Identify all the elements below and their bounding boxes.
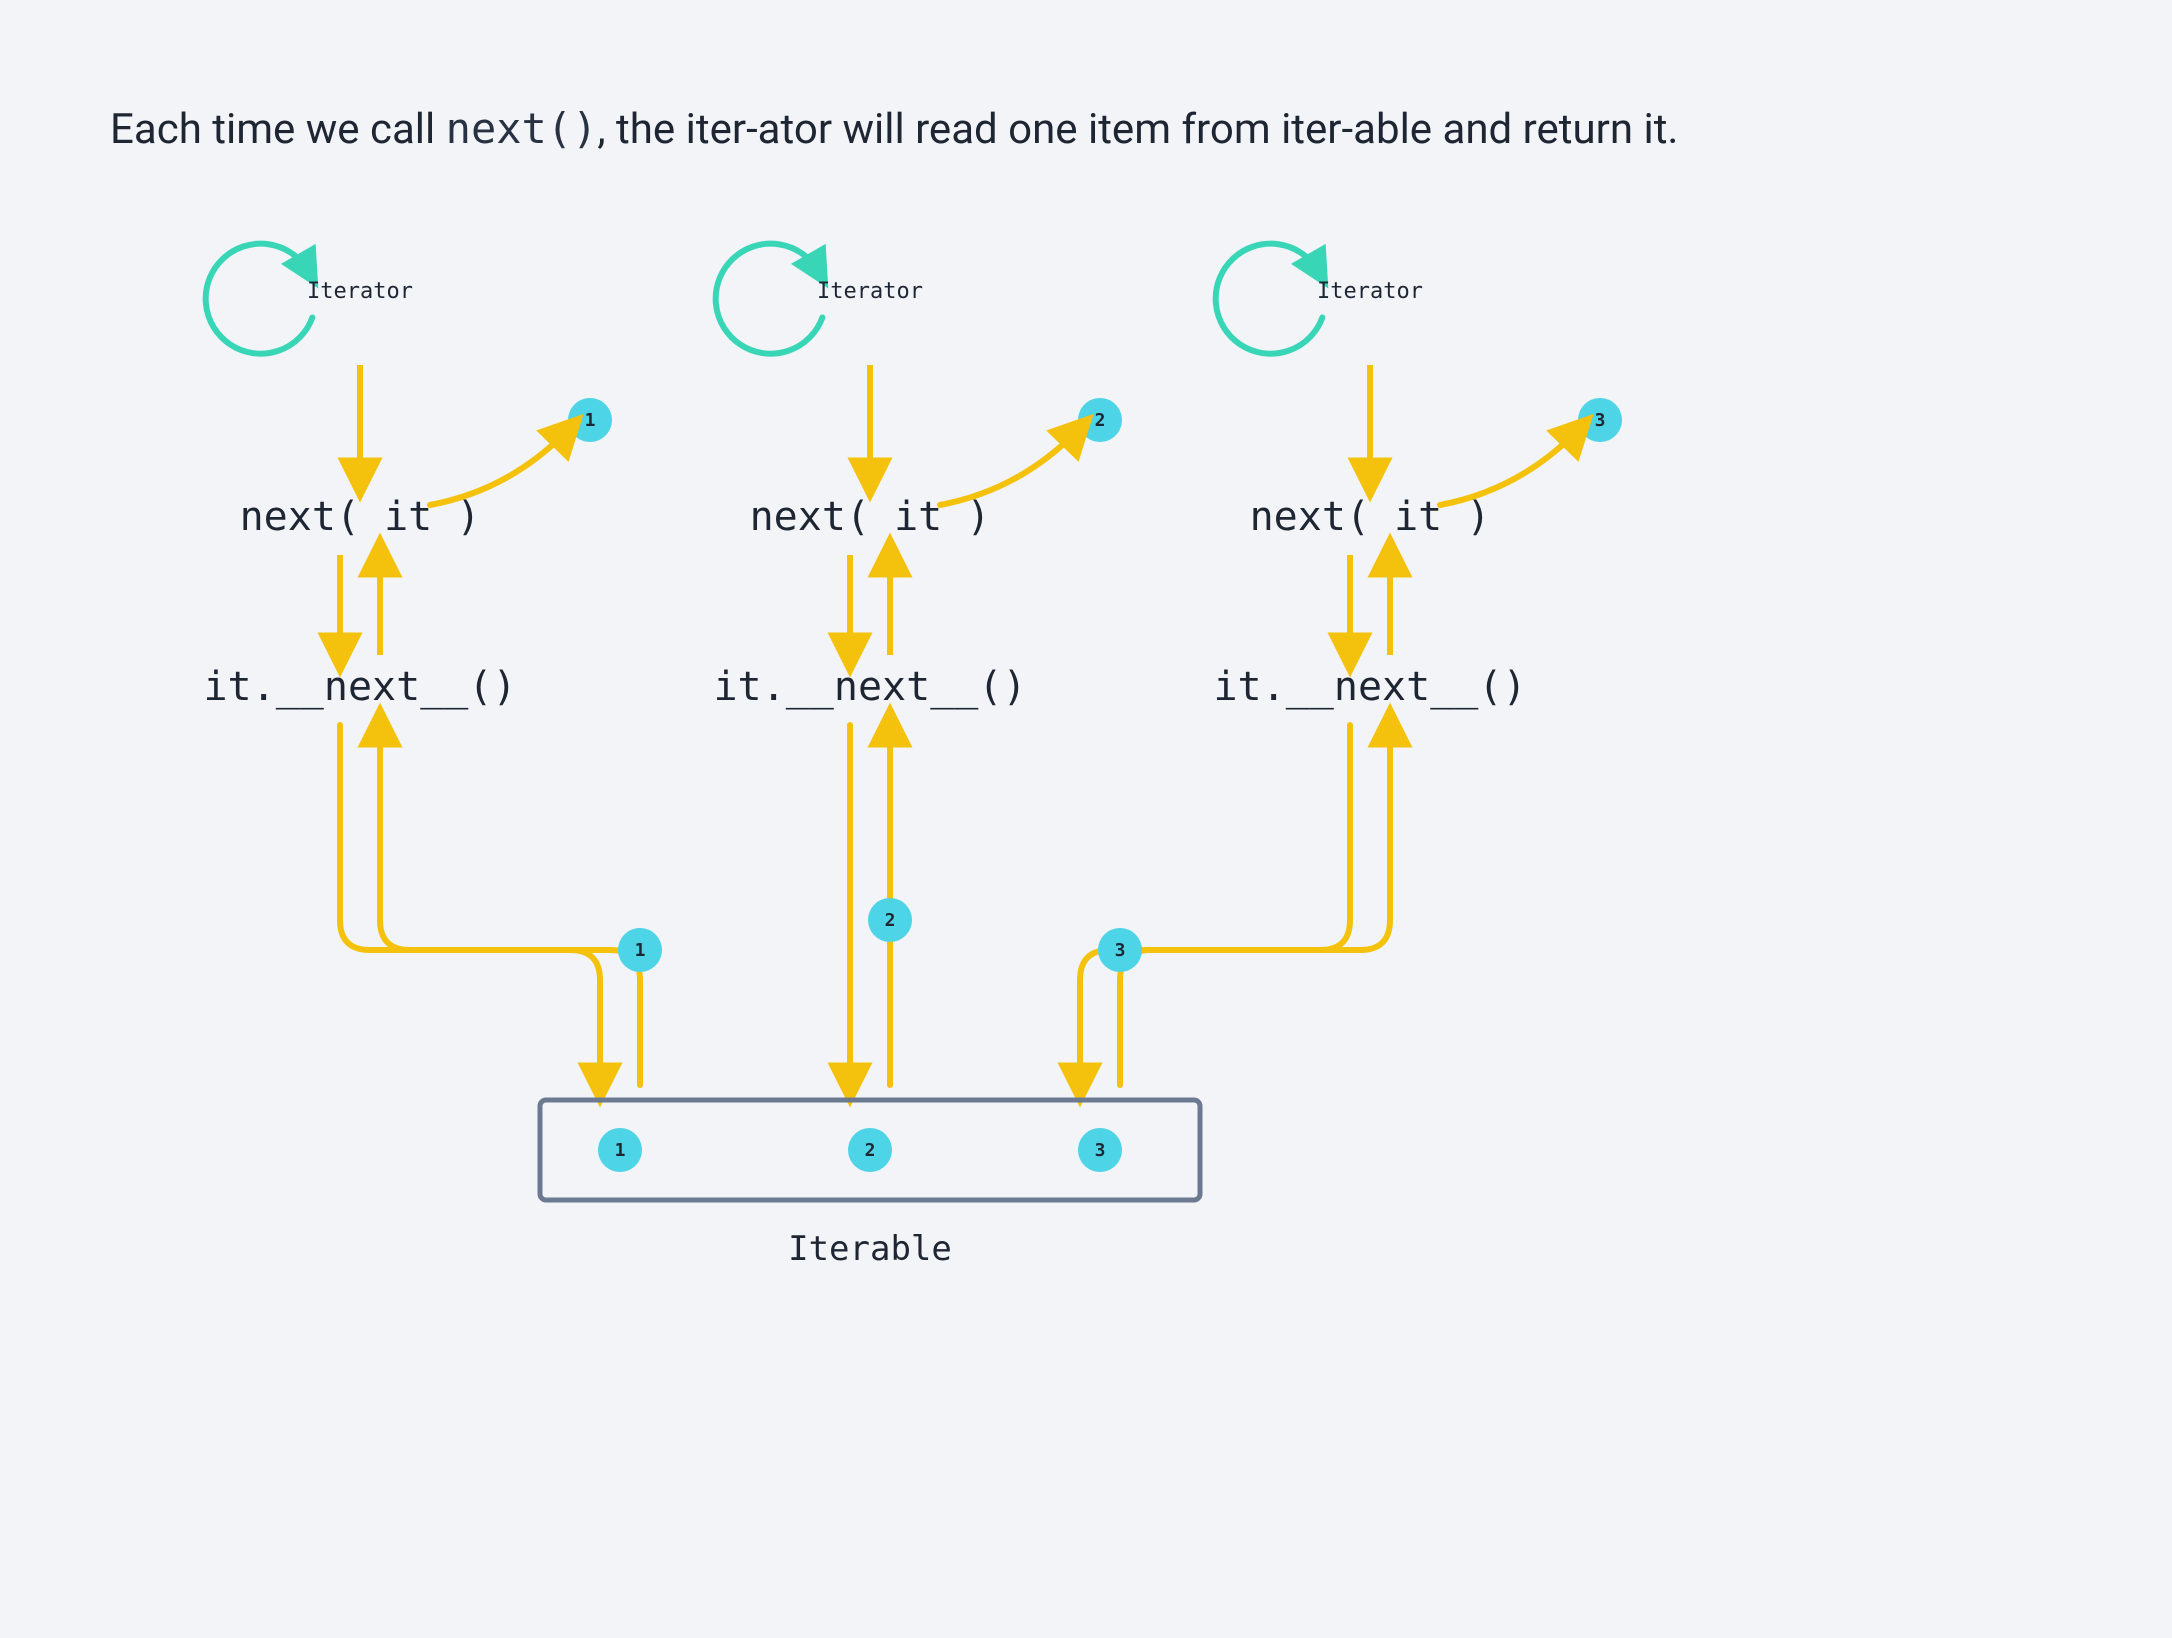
svg-text:2: 2 xyxy=(885,910,896,931)
path-badge-3: 3 xyxy=(1098,928,1142,972)
dunder-next-label: it.__next__() xyxy=(203,664,516,710)
svg-text:3: 3 xyxy=(1595,410,1606,431)
return-badge-3: 3 xyxy=(1578,398,1622,442)
iterator-label: Iterator xyxy=(817,279,923,304)
iterable-item-1: 1 xyxy=(598,1128,642,1172)
svg-text:2: 2 xyxy=(865,1140,876,1161)
caption-suffix: , the iter-ator will read one item from … xyxy=(597,105,1678,154)
iterator-label: Iterator xyxy=(307,279,413,304)
caption-prefix: Each time we call xyxy=(110,105,446,154)
iterable-box: Iterable xyxy=(540,1100,1200,1269)
diagram-canvas: Iteratornext( it )1it.__next__()1Iterato… xyxy=(0,0,2172,1638)
iterator-ring-icon: Iterator xyxy=(716,244,923,354)
svg-text:1: 1 xyxy=(615,1140,626,1161)
svg-text:1: 1 xyxy=(635,940,646,961)
iterator-ring-icon: Iterator xyxy=(206,244,413,354)
svg-text:3: 3 xyxy=(1115,940,1126,961)
path-badge-1: 1 xyxy=(618,928,662,972)
caption: Each time we call next(), the iter-ator … xyxy=(110,100,1679,160)
iterator-column-2: Iteratornext( it )2it.__next__()2 xyxy=(713,244,1122,1085)
dunder-next-label: it.__next__() xyxy=(1213,664,1526,710)
svg-text:1: 1 xyxy=(585,410,596,431)
iterable-item-3: 3 xyxy=(1078,1128,1122,1172)
iterable-label: Iterable xyxy=(788,1229,952,1269)
svg-text:3: 3 xyxy=(1095,1140,1106,1161)
return-badge-1: 1 xyxy=(568,398,612,442)
iterator-column-1: Iteratornext( it )1it.__next__()1 xyxy=(203,244,662,1085)
caption-code: next() xyxy=(446,104,598,153)
iterator-column-3: Iteratornext( it )3it.__next__()3 xyxy=(1080,244,1622,1085)
iterator-ring-icon: Iterator xyxy=(1216,244,1423,354)
dunder-next-label: it.__next__() xyxy=(713,664,1026,710)
return-badge-2: 2 xyxy=(1078,398,1122,442)
path-badge-2: 2 xyxy=(868,898,912,942)
iterable-item-2: 2 xyxy=(848,1128,892,1172)
svg-text:2: 2 xyxy=(1095,410,1106,431)
iterator-label: Iterator xyxy=(1317,279,1423,304)
